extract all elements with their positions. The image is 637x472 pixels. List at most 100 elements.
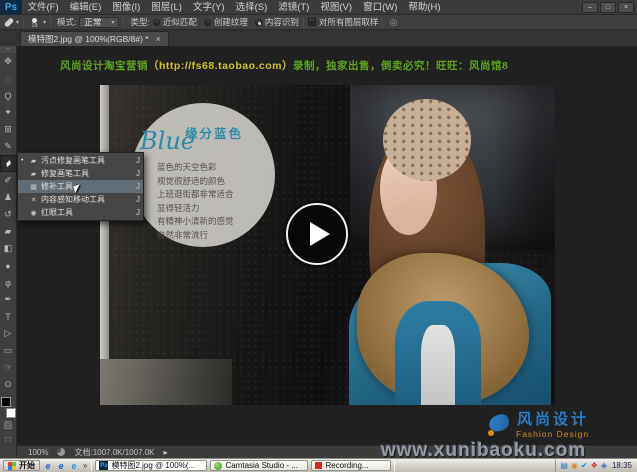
spot-healing-brush-tool[interactable]: ▰: [0, 155, 17, 172]
model-inner-shirt: [421, 325, 455, 405]
status-menu-arrow-icon[interactable]: ▸: [164, 448, 168, 457]
foreground-color-swatch[interactable]: [1, 397, 11, 407]
tray-icon[interactable]: ◈: [601, 460, 607, 472]
menu-select[interactable]: 选择(S): [230, 0, 273, 15]
history-brush-tool[interactable]: ↺: [0, 206, 17, 223]
radio-icon: [204, 19, 211, 26]
document-image: 缘分蓝色 Blue 蓝色的天空色彩 视觉很舒适的颜色 上班逛街都非常适合 显得轻…: [100, 85, 555, 405]
zoom-icon: ⊙: [4, 379, 12, 390]
pen-tool[interactable]: ✒: [0, 291, 17, 308]
tray-icon[interactable]: ❖: [591, 460, 598, 472]
quick-selection-icon: ✦: [4, 107, 12, 118]
crop-icon: ⊞: [4, 124, 12, 135]
hand-tool[interactable]: ☞: [0, 359, 17, 376]
sample-all-layers-checkbox[interactable]: 对所有图层取样: [308, 16, 379, 28]
radio-proximity-match[interactable]: 近似匹配: [153, 16, 197, 28]
path-selection-icon: ▷: [5, 328, 12, 339]
path-selection-tool[interactable]: ▷: [0, 325, 17, 342]
tool-preset-caret-icon[interactable]: ▾: [16, 19, 19, 26]
brush-size-picker[interactable]: 19: [28, 16, 41, 28]
video-play-button[interactable]: [286, 203, 348, 265]
flyout-item-red-eye[interactable]: ◉ 红眼工具 J: [18, 206, 143, 219]
menu-filter[interactable]: 滤镜(T): [273, 0, 315, 15]
menu-type[interactable]: 文字(Y): [187, 0, 230, 15]
play-icon: [310, 222, 330, 246]
eraser-tool[interactable]: ▰: [0, 223, 17, 240]
quick-launch-icon[interactable]: e: [56, 461, 66, 471]
radio-content-aware[interactable]: 内容识别: [255, 16, 299, 28]
windows-logo-icon: [8, 462, 16, 470]
eyedropper-tool[interactable]: ✎: [0, 138, 17, 155]
quick-mask-icon: 回: [4, 420, 12, 431]
screen-mode-button[interactable]: □: [0, 432, 17, 446]
photoshop-window: Ps 文件(F) 编辑(E) 图像(I) 图层(L) 文字(Y) 选择(S) 滤…: [0, 0, 637, 472]
quick-selection-tool[interactable]: ✦: [0, 104, 17, 121]
camtasia-task-icon: [214, 462, 222, 470]
taskbar-item-photoshop[interactable]: Ps 模特图2.jpg @ 100%(...: [95, 460, 207, 471]
system-tray: ▤ ◉ ✔ ❖ ◈ 18:35: [555, 460, 634, 472]
menu-help[interactable]: 帮助(H): [403, 0, 446, 15]
gradient-tool[interactable]: ◧: [0, 240, 17, 257]
patch-tool-icon: ▦: [29, 183, 38, 191]
mode-select[interactable]: 正常 ▾: [79, 17, 119, 28]
radio-create-texture[interactable]: 创建纹理: [204, 16, 248, 28]
color-swatches[interactable]: [0, 396, 17, 418]
menu-image[interactable]: 图像(I): [107, 0, 146, 15]
move-icon: ✥: [4, 56, 12, 67]
flyout-item-spot-healing-brush[interactable]: • ▰ 污点修复画笔工具 J: [18, 154, 143, 167]
zoom-level-field[interactable]: 100%: [28, 448, 48, 457]
lasso-icon: Ϙ: [4, 91, 11, 101]
type-label: 类型:: [130, 16, 149, 28]
brush-tool[interactable]: ✐: [0, 172, 17, 189]
move-tool[interactable]: ✥: [0, 53, 17, 70]
type-icon: T: [5, 312, 11, 322]
wall-edge: [100, 85, 109, 377]
quick-launch-icon[interactable]: e: [43, 461, 53, 471]
content-aware-move-icon: ✕: [29, 196, 38, 204]
lasso-tool[interactable]: Ϙ: [0, 87, 17, 104]
shape-tool[interactable]: ▭: [0, 342, 17, 359]
brush-icon: ✐: [4, 175, 12, 186]
flyout-item-healing-brush[interactable]: ▰ 修复画笔工具 J: [18, 167, 143, 180]
mode-caret-icon: ▾: [111, 19, 114, 26]
quick-launch-icon[interactable]: e: [69, 461, 79, 471]
clone-stamp-tool[interactable]: ♟: [0, 189, 17, 206]
document-title: 模特图2.jpg @ 100%(RGB/8#) *: [28, 33, 149, 45]
model-fur-hat: [383, 99, 471, 181]
type-tool[interactable]: T: [0, 308, 17, 325]
close-button[interactable]: ×: [618, 2, 634, 13]
menu-edit[interactable]: 编辑(E): [64, 0, 107, 15]
photoshop-task-icon: Ps: [99, 461, 108, 470]
zoom-tool[interactable]: ⊙: [0, 376, 17, 393]
brand-logo-icon: [487, 413, 511, 437]
menu-view[interactable]: 视图(V): [315, 0, 358, 15]
document-tab[interactable]: 模特图2.jpg @ 100%(RGB/8#) * ×: [20, 31, 169, 46]
background-color-swatch[interactable]: [6, 408, 16, 418]
menu-window[interactable]: 窗口(W): [358, 0, 403, 15]
marquee-tool[interactable]: ◌: [0, 70, 17, 87]
menu-file[interactable]: 文件(F): [22, 0, 64, 15]
tab-close-icon[interactable]: ×: [156, 34, 161, 44]
taskbar-clock: 18:35: [610, 461, 634, 470]
minimize-button[interactable]: –: [582, 2, 598, 13]
toolbar-collapse-icon[interactable]: »: [0, 46, 16, 53]
blur-tool[interactable]: ●: [0, 257, 17, 274]
flyout-item-content-aware-move[interactable]: ✕ 内容感知移动工具 J: [18, 193, 143, 206]
quick-mask-button[interactable]: 回: [0, 418, 17, 432]
tray-icon[interactable]: ✔: [581, 460, 588, 472]
tablet-pressure-icon[interactable]: ◎: [389, 17, 397, 28]
brand-name-en: Fashion Design: [516, 427, 589, 441]
menu-layer[interactable]: 图层(L): [146, 0, 188, 15]
document-size-info: 文档:1007.0K/1007.0K: [74, 447, 154, 458]
crop-tool[interactable]: ⊞: [0, 121, 17, 138]
dodge-tool[interactable]: φ: [0, 274, 17, 291]
mode-label: 模式:: [57, 16, 76, 28]
taskbar-item-camtasia[interactable]: Camtasia Studio - ...: [210, 460, 308, 471]
quick-launch-overflow-icon[interactable]: »: [82, 461, 88, 470]
taskbar-item-recording[interactable]: Recording...: [311, 460, 391, 471]
restore-button[interactable]: □: [600, 2, 616, 13]
tray-icon[interactable]: ▤: [560, 460, 568, 472]
brush-picker-caret-icon[interactable]: ▾: [43, 19, 46, 26]
tray-icon[interactable]: ◉: [571, 460, 578, 472]
start-button[interactable]: 开始: [3, 460, 40, 471]
